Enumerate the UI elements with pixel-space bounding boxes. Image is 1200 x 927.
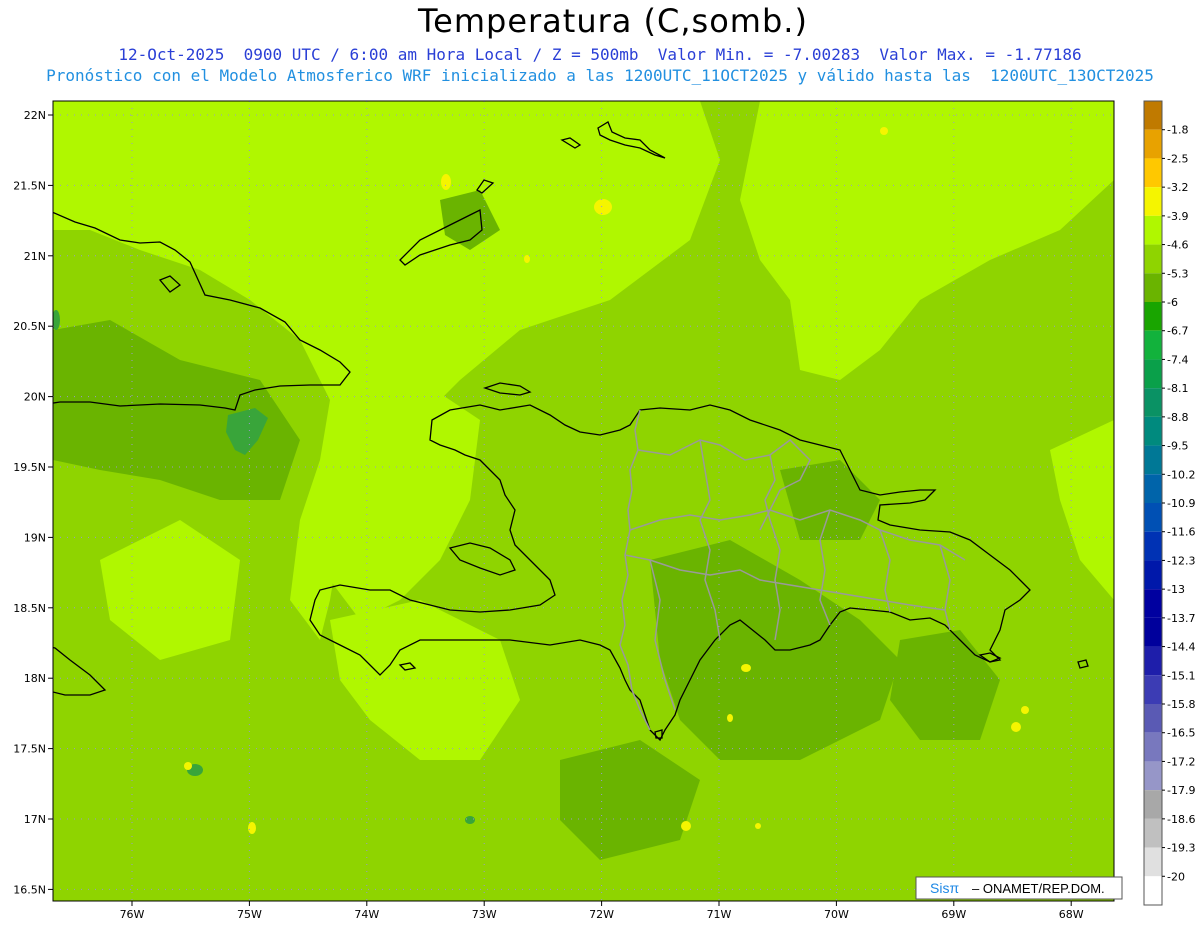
lon-label: 76W [120, 908, 145, 921]
color-bar-segment [1144, 101, 1162, 130]
lat-label: 17N [24, 813, 46, 826]
lon-label: 69W [941, 908, 966, 921]
color-bar-label: -17.2 [1167, 755, 1195, 768]
color-bar-label: -8.8 [1167, 411, 1188, 424]
color-bar-label: -3.9 [1167, 210, 1188, 223]
color-bar-segment [1144, 560, 1162, 590]
color-bar: -1.8 -2.5 -3.2 -3.9 -4.6 -5.3 -6 -6.7 -7.4 -8.1 -8… [1143, 100, 1195, 906]
color-bar-segment [1144, 302, 1162, 331]
color-bar-segment [1144, 675, 1162, 704]
color-bar-label: -17.9 [1167, 784, 1195, 797]
lon-label: 73W [472, 908, 497, 921]
map-figure: 22N 21.5N 21N 20.5N 20N 19.5N 19N 18.5N 18N 17.5N… [13, 100, 1195, 921]
color-bar-label: -8.1 [1167, 382, 1188, 395]
warm-spot-10 [880, 127, 888, 135]
lat-label: 18.5N [13, 602, 46, 615]
color-bar-segment [1144, 818, 1162, 848]
color-bar-segment [1144, 646, 1162, 676]
color-bar-label: -10.9 [1167, 497, 1195, 510]
warm-spot-11 [727, 714, 733, 722]
color-bar-label: -14.4 [1167, 641, 1195, 654]
color-bar-segment [1144, 617, 1162, 647]
color-bar-segment [1144, 215, 1162, 245]
color-bar-segment [1144, 359, 1162, 389]
coast-grand-cayman [40, 630, 50, 635]
warm-spot-2 [441, 174, 451, 190]
credit-text: – ONAMET/REP.DOM. [972, 881, 1105, 896]
color-bar-segment [1144, 445, 1162, 475]
latitude-labels: 22N 21.5N 21N 20.5N 20N 19.5N 19N 18.5N 18N 17.5N… [13, 109, 53, 896]
color-bar-segment [1144, 847, 1162, 877]
warm-spot-1 [594, 199, 612, 215]
color-bar-label: -7.4 [1167, 353, 1188, 366]
lat-label: 18N [24, 672, 46, 685]
color-bar-label: -12.3 [1167, 554, 1195, 567]
color-bar-label: -6.7 [1167, 325, 1188, 338]
color-bar-label: -2.5 [1167, 152, 1188, 165]
lat-label: 16.5N [13, 883, 46, 896]
color-bar-label: -18.6 [1167, 813, 1195, 826]
color-bar-label: -10.2 [1167, 468, 1195, 481]
warm-spot-9 [1021, 706, 1029, 714]
lat-label: 20.5N [13, 320, 46, 333]
lon-label: 71W [707, 908, 732, 921]
lon-label: 75W [237, 908, 262, 921]
color-bar-segment [1144, 503, 1162, 532]
lat-label: 20N [24, 391, 46, 404]
color-bar-label: -13.7 [1167, 612, 1195, 625]
lat-label: 19N [24, 531, 46, 544]
color-bar-label: -20 [1167, 870, 1185, 883]
color-bar-label: -1.8 [1167, 124, 1188, 137]
color-bar-label: -6 [1167, 296, 1178, 309]
color-bar-label: -16.5 [1167, 727, 1195, 740]
color-bar-label: -13 [1167, 583, 1185, 596]
lon-label: 68W [1059, 908, 1084, 921]
color-bar-segment [1144, 388, 1162, 417]
color-bar-label: -15.1 [1167, 669, 1195, 682]
color-bar-segment [1144, 273, 1162, 302]
warm-spot-5 [248, 822, 256, 834]
color-bar-segment [1144, 704, 1162, 733]
warm-spot-6 [681, 821, 691, 831]
color-bar-segment [1144, 589, 1162, 618]
color-bar-segment [1144, 761, 1162, 791]
lat-label: 21N [24, 250, 46, 263]
warm-spot-4 [184, 762, 192, 770]
color-bar-segment [1144, 187, 1162, 216]
lat-label: 19.5N [13, 461, 46, 474]
color-bar-label: -9.5 [1167, 440, 1188, 453]
lat-label: 22N [24, 109, 46, 122]
lat-label: 21.5N [13, 179, 46, 192]
credit-prefix: Sisπ [930, 880, 959, 896]
color-bar-label: -19.3 [1167, 842, 1195, 855]
color-bar-label: -11.6 [1167, 526, 1195, 539]
color-bar-segment [1144, 790, 1162, 819]
cold-spot-south2 [465, 816, 475, 824]
lon-label: 72W [589, 908, 614, 921]
color-bar-segment [1144, 330, 1162, 360]
color-bar-segment [1144, 244, 1162, 274]
credit-box: Sisπ – ONAMET/REP.DOM. [915, 876, 1123, 900]
warm-spot-7 [741, 664, 751, 672]
color-bar-segment [1144, 531, 1162, 561]
warm-spot-8 [1011, 722, 1021, 732]
color-bar-label: -5.3 [1167, 267, 1188, 280]
color-bar-segment [1144, 129, 1162, 159]
lon-label: 74W [354, 908, 379, 921]
warm-spot-12 [755, 823, 761, 829]
longitude-labels: 76W 75W 74W 73W 72W 71W 70W 69W 68W [120, 901, 1084, 921]
color-bar-segment [1144, 732, 1162, 762]
color-bar-label: -15.8 [1167, 698, 1195, 711]
color-bar-segment [1144, 474, 1162, 503]
lon-label: 70W [824, 908, 849, 921]
color-bar-segment [1144, 158, 1162, 188]
color-bar-segment [1144, 876, 1162, 905]
color-bar-segment [1144, 416, 1162, 446]
color-bar-label: -3.2 [1167, 181, 1188, 194]
color-bar-label: -4.6 [1167, 239, 1188, 252]
lat-label: 17.5N [13, 743, 46, 756]
